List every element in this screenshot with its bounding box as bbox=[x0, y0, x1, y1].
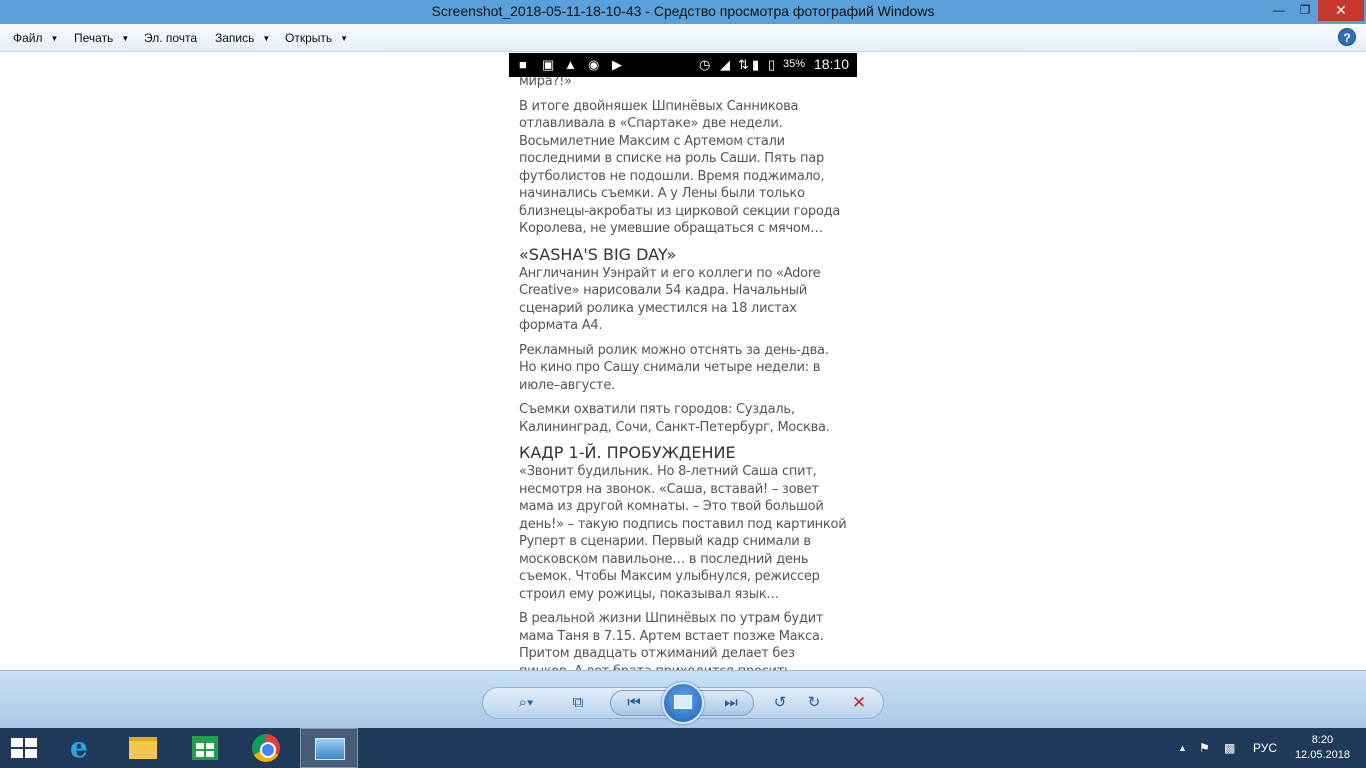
clock-date: 12.05.2018 bbox=[1294, 749, 1350, 761]
battery-percent: 35% bbox=[783, 58, 806, 70]
taskbar: e ▲ ⚑ ▩ РУС 8:20 12.05.2018 bbox=[0, 728, 1366, 768]
maximize-button[interactable]: ❐ bbox=[1292, 0, 1318, 21]
rotate-left-icon[interactable]: ↺ bbox=[768, 693, 792, 713]
chevron-down-icon: ▼ bbox=[50, 34, 59, 43]
next-icon[interactable]: ⏭ bbox=[719, 693, 743, 713]
photo-viewer-icon bbox=[315, 738, 345, 760]
windows-logo-icon bbox=[25, 738, 37, 747]
network-icon[interactable]: ▩ bbox=[1224, 741, 1235, 755]
menu-open-label: Открыть bbox=[285, 31, 333, 45]
minimize-button[interactable]: — bbox=[1266, 0, 1292, 21]
menu-email[interactable]: Эл. почта bbox=[144, 31, 197, 45]
image-icon: ▣ bbox=[542, 57, 555, 72]
menu-email-label: Эл. почта bbox=[144, 31, 198, 45]
language-indicator[interactable]: РУС bbox=[1253, 741, 1277, 755]
phone-screenshot: ■ ▣ ▲ ◉ ▶ ◷ ◢ ⇅ ▮ ▯ 35% 18:10 мира?!» В … bbox=[509, 53, 857, 670]
taskbar-photo-viewer[interactable] bbox=[300, 728, 358, 768]
article-paragraph: «Звонит будильник. Но 8-летний Саша спит… bbox=[519, 464, 847, 602]
previous-icon[interactable]: ⏮ bbox=[622, 693, 646, 713]
menu-file[interactable]: Файл ▼ bbox=[13, 31, 58, 45]
chevron-down-icon: ▼ bbox=[121, 34, 130, 43]
delete-icon[interactable]: ✕ bbox=[847, 693, 871, 713]
sim-icon: ▮ bbox=[752, 57, 760, 72]
slideshow-icon bbox=[674, 695, 692, 709]
article-paragraph: В реальной жизни Шпинёвых по утрам будит… bbox=[519, 611, 824, 670]
menu-bar: Файл ▼ Печать ▼ Эл. почта Запись ▼ Открыть ▼… bbox=[0, 24, 1366, 52]
internet-explorer-icon: e bbox=[70, 731, 88, 764]
alarm-icon: ◷ bbox=[699, 57, 711, 72]
signal-icon: ◢ bbox=[720, 57, 730, 72]
rotate-right-icon[interactable]: ↻ bbox=[802, 693, 826, 713]
article-body: мира?!» В итоге двойняшек Шпинёвых Санни… bbox=[519, 73, 849, 670]
android-icon: ■ bbox=[519, 57, 527, 72]
window-title: Screenshot_2018-05-11-18-10-43 - Средств… bbox=[431, 3, 935, 19]
windows-logo-icon bbox=[11, 738, 23, 747]
close-button[interactable]: ✕ bbox=[1318, 0, 1364, 21]
image-viewport: ■ ▣ ▲ ◉ ▶ ◷ ◢ ⇅ ▮ ▯ 35% 18:10 мира?!» В … bbox=[0, 53, 1366, 670]
slideshow-button[interactable] bbox=[662, 682, 704, 724]
chevron-down-icon: ▼ bbox=[340, 34, 349, 43]
windows-logo-icon bbox=[25, 749, 37, 758]
store-icon bbox=[192, 736, 218, 760]
chrome-icon bbox=[252, 734, 280, 762]
article-paragraph: В итоге двойняшек Шпинёвых Санникова отл… bbox=[519, 98, 841, 237]
action-center-flag-icon[interactable]: ⚑ bbox=[1199, 741, 1210, 755]
menu-burn[interactable]: Запись ▼ bbox=[215, 31, 270, 45]
menu-burn-label: Запись bbox=[215, 31, 255, 45]
start-button[interactable] bbox=[11, 738, 39, 758]
zoom-icon[interactable]: ⌕▾ bbox=[510, 693, 542, 713]
play-store-icon: ▶ bbox=[612, 57, 622, 72]
article-paragraph: Съемки охватили пять городов: Суздаль, К… bbox=[519, 402, 830, 435]
help-icon[interactable]: ? bbox=[1338, 28, 1356, 46]
article-paragraph: Англичанин Уэнрайт и его коллеги по «Ado… bbox=[519, 265, 821, 334]
clock-time: 8:20 bbox=[1311, 734, 1334, 746]
article-heading: КАДР 1-Й. ПРОБУЖДЕНИЕ bbox=[519, 443, 736, 462]
taskbar-file-explorer[interactable] bbox=[113, 728, 171, 768]
viewer-toolbar: ⌕▾ ⧉ ⏮ ⏭ ↺ ↻ ✕ bbox=[0, 670, 1366, 728]
menu-print[interactable]: Печать ▼ bbox=[74, 31, 129, 45]
menu-print-label: Печать bbox=[74, 31, 114, 45]
windows-logo-icon bbox=[11, 749, 23, 758]
title-bar: Screenshot_2018-05-11-18-10-43 - Средств… bbox=[0, 0, 1366, 24]
app-icon: ▲ bbox=[564, 57, 577, 72]
menu-open[interactable]: Открыть ▼ bbox=[285, 31, 348, 45]
data-icon: ⇅ bbox=[738, 57, 749, 72]
battery-icon: ▯ bbox=[768, 57, 776, 72]
actual-size-icon[interactable]: ⧉ bbox=[566, 693, 590, 713]
show-hidden-icons-icon[interactable]: ▲ bbox=[1178, 743, 1187, 753]
article-heading: «SASHA'S BIG DAY» bbox=[519, 244, 677, 264]
taskbar-chrome[interactable] bbox=[237, 728, 295, 768]
taskbar-internet-explorer[interactable]: e bbox=[52, 728, 110, 768]
status-time: 18:10 bbox=[813, 56, 849, 72]
shield-icon: ◉ bbox=[588, 57, 600, 72]
folder-icon bbox=[129, 737, 157, 759]
menu-file-label: Файл bbox=[13, 31, 43, 45]
taskbar-store[interactable] bbox=[175, 728, 233, 768]
chevron-down-icon: ▼ bbox=[262, 34, 271, 43]
article-paragraph: Рекламный ролик можно отснять за день-дв… bbox=[519, 342, 829, 393]
system-clock[interactable]: 8:20 12.05.2018 bbox=[1295, 733, 1350, 763]
phone-status-bar: ■ ▣ ▲ ◉ ▶ ◷ ◢ ⇅ ▮ ▯ 35% 18:10 bbox=[509, 53, 857, 77]
